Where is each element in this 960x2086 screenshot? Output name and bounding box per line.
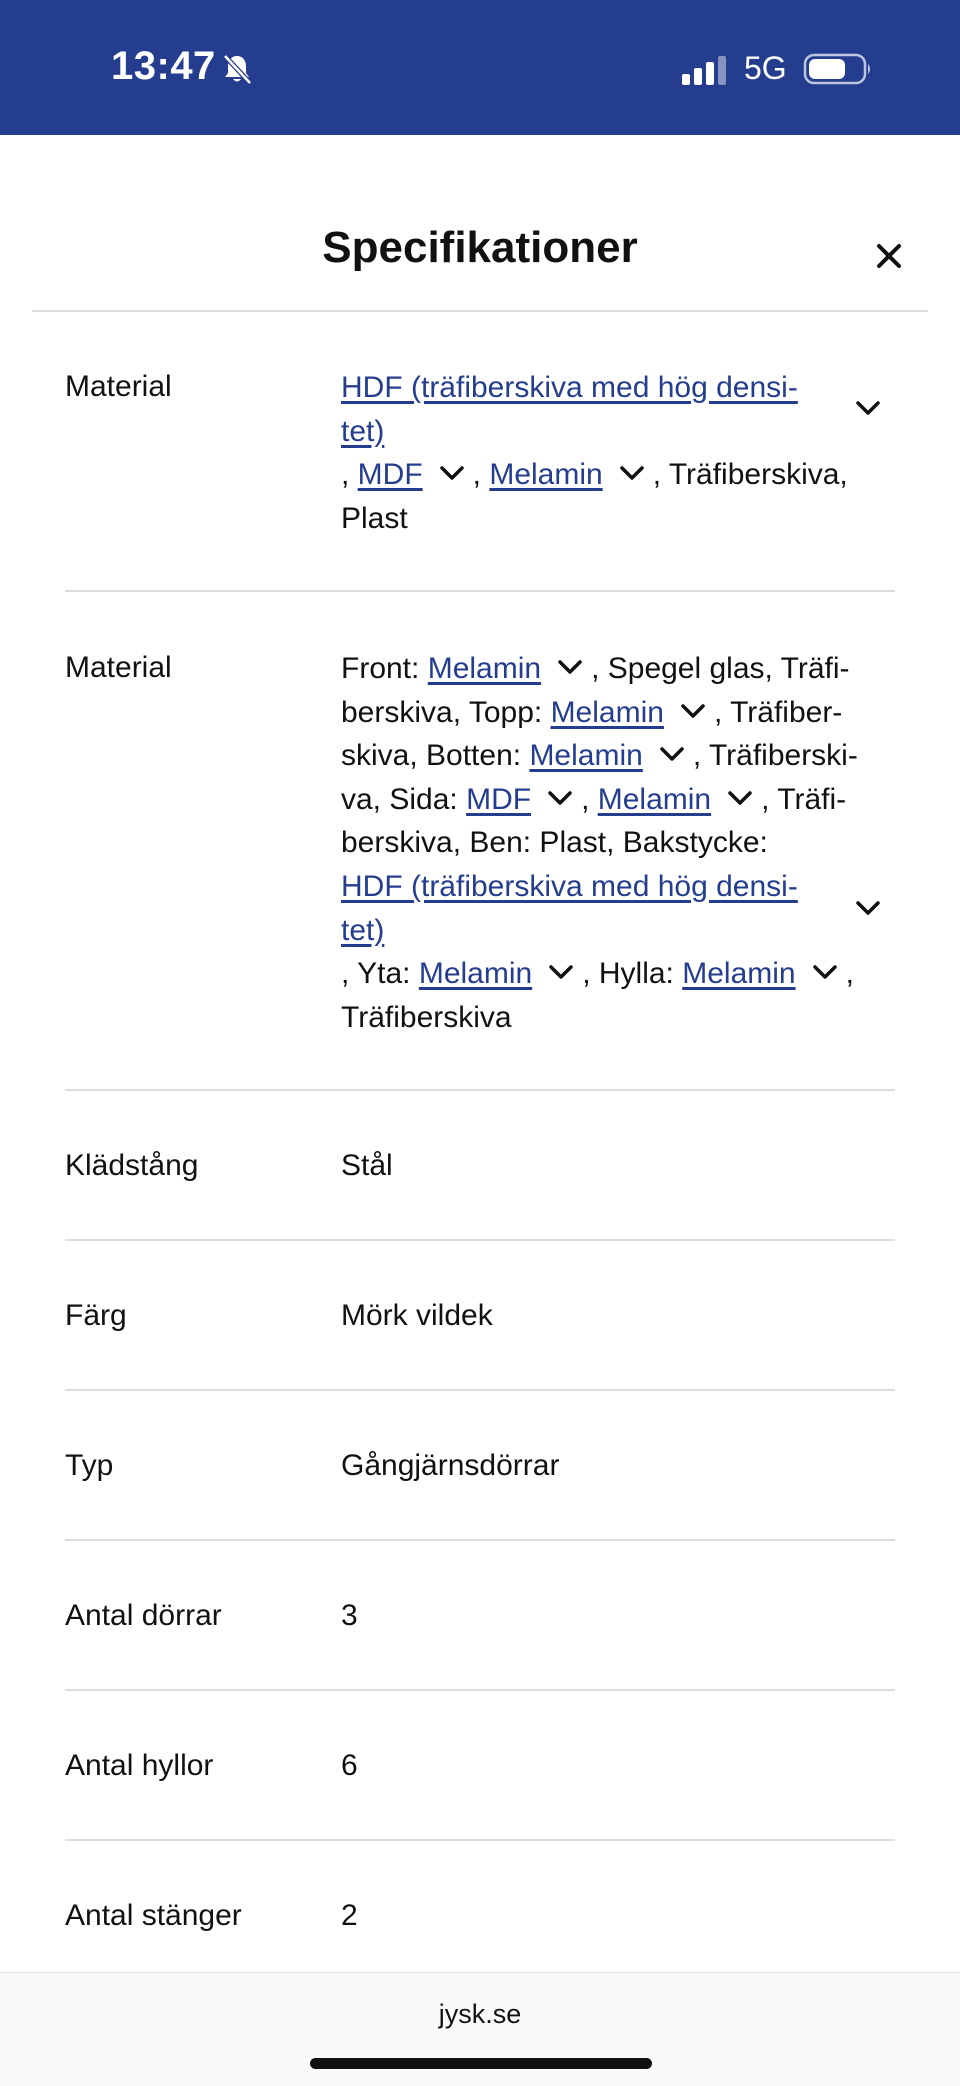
chevron-down-icon[interactable] — [437, 463, 467, 483]
chevron-down-icon[interactable] — [555, 657, 585, 677]
spec-label: Material — [65, 651, 172, 684]
sheet-title: Specifikationer — [322, 223, 638, 272]
chevron-down-icon[interactable] — [678, 701, 708, 721]
value-text: Plast — [341, 501, 408, 535]
material-link-melamin[interactable]: Melamin — [419, 957, 532, 990]
value-text: , Yta: — [341, 957, 419, 991]
spec-list: Material HDF (träfiberskiva med hög dens… — [65, 312, 895, 1991]
spec-label: Antal dörrar — [65, 1599, 222, 1632]
home-indicator — [310, 2058, 652, 2069]
value-text: , Träfiberskiva, — [652, 458, 848, 492]
material-link-mdf[interactable]: MDF — [466, 783, 531, 816]
battery-icon — [803, 53, 870, 85]
material-link-melamin[interactable]: Melamin — [529, 739, 642, 772]
chevron-down-icon[interactable] — [725, 788, 755, 808]
value-text: , Träfi- — [761, 782, 847, 816]
spec-row-antal-hyllor: Antal hyllor 6 — [65, 1691, 895, 1841]
value-text: Träfiberskiva — [341, 1000, 512, 1034]
spec-row-kladstang: Klädstång Stål — [65, 1091, 895, 1241]
material-link-hdf[interactable]: HDF (träfiberskiva med hög densi- — [341, 371, 798, 404]
spec-value: 2 — [341, 1899, 358, 1932]
spec-label: Klädstång — [65, 1149, 199, 1182]
chevron-down-icon[interactable] — [853, 898, 883, 918]
chevron-down-icon[interactable] — [617, 463, 647, 483]
material-link-melamin[interactable]: Melamin — [551, 696, 664, 729]
chevron-down-icon[interactable] — [545, 788, 575, 808]
value-text: , — [845, 957, 854, 991]
browser-url-bar[interactable]: jysk.se — [0, 1972, 960, 2086]
material-link-hdf[interactable]: tet) — [341, 415, 384, 448]
spec-row-antal-stanger: Antal stänger 2 — [65, 1841, 895, 1991]
value-text: va, Sida: — [341, 782, 467, 816]
signal-icon — [682, 56, 726, 85]
specifications-sheet: Specifikationer Material HDF (träfibersk… — [0, 135, 960, 1972]
value-text: , Hylla: — [582, 957, 683, 991]
chevron-down-icon[interactable] — [657, 744, 687, 764]
spec-row-typ: Typ Gångjärnsdörrar — [65, 1391, 895, 1541]
status-time: 13:47 — [111, 44, 216, 88]
value-text: berskiva, Topp: — [341, 695, 551, 729]
spec-label: Antal stänger — [65, 1899, 242, 1932]
chevron-down-icon[interactable] — [853, 398, 883, 418]
close-icon[interactable] — [866, 233, 912, 279]
material-link-melamin[interactable]: Melamin — [428, 652, 541, 685]
chevron-down-icon[interactable] — [810, 962, 840, 982]
network-label: 5G — [744, 50, 787, 86]
spec-value: Gångjärnsdörrar — [341, 1449, 560, 1482]
spec-label: Typ — [65, 1449, 114, 1482]
material-link-melamin[interactable]: Melamin — [598, 783, 711, 816]
value-text: skiva, Botten: — [341, 739, 530, 773]
spec-value: Stål — [341, 1149, 393, 1182]
status-bar: 13:47 5G — [0, 0, 960, 135]
material-link-hdf[interactable]: HDF (träfiberskiva med hög densi- — [341, 870, 798, 903]
spec-label: Antal hyllor — [65, 1749, 214, 1782]
material-link-hdf[interactable]: tet) — [341, 914, 384, 947]
bell-muted-icon — [223, 54, 252, 85]
spec-label: Material — [65, 370, 172, 403]
chevron-down-icon[interactable] — [546, 962, 576, 982]
spec-row-farg: Färg Mörk vildek — [65, 1241, 895, 1391]
spec-label: Färg — [65, 1299, 127, 1332]
value-text: , Träfiber- — [713, 695, 843, 729]
value-text: , — [472, 458, 490, 492]
spec-row-material-detailed: Material Front: Melamin , Spegel glas, Tr… — [65, 592, 895, 1091]
material-link-mdf[interactable]: MDF — [358, 458, 423, 491]
material-link-melamin[interactable]: Melamin — [682, 957, 795, 990]
spec-row-material: Material HDF (träfiberskiva med hög dens… — [65, 312, 895, 592]
url-label[interactable]: jysk.se — [0, 1999, 960, 2030]
value-text: , Spegel glas, Träfi- — [591, 652, 850, 685]
spec-row-antal-dorrar: Antal dörrar 3 — [65, 1541, 895, 1691]
value-text: berskiva, Ben: Plast, Bakstycke: — [341, 826, 768, 860]
value-text: Front: — [341, 652, 428, 685]
value-text: , — [581, 782, 598, 816]
value-text: , Träfiberski- — [692, 739, 858, 773]
value-text: , — [341, 458, 358, 492]
spec-value: 6 — [341, 1749, 358, 1782]
spec-value: 3 — [341, 1599, 358, 1632]
material-link-melamin[interactable]: Melamin — [489, 458, 602, 491]
spec-value: Mörk vildek — [341, 1299, 493, 1332]
